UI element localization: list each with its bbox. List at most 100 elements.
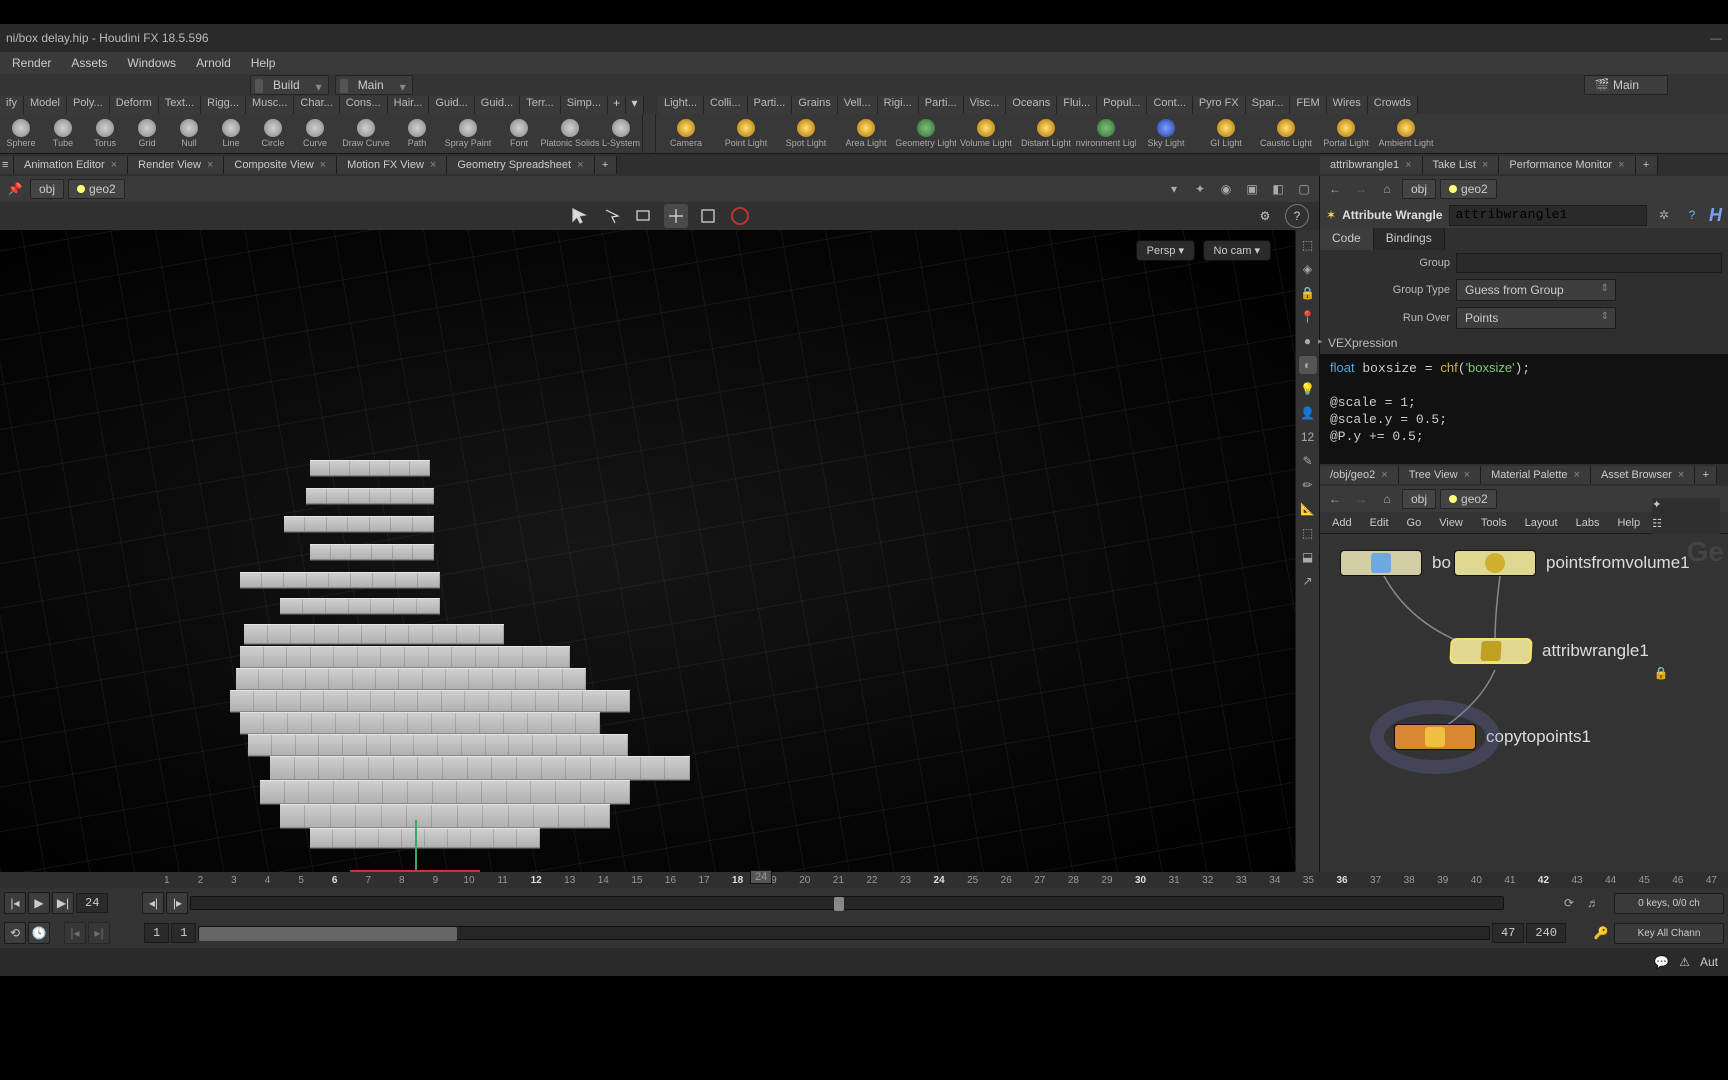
shelf-tab[interactable]: Pyro FX bbox=[1193, 96, 1246, 114]
shelf-tab[interactable]: Char... bbox=[294, 96, 339, 114]
range-out-field[interactable]: 47 bbox=[1492, 923, 1524, 943]
tool-point-light[interactable]: Point Light bbox=[716, 114, 776, 154]
tab-asset-browser[interactable]: Asset Browser× bbox=[1591, 466, 1695, 484]
display-option-icon[interactable]: ◐ bbox=[1299, 356, 1317, 374]
tab-tree-view[interactable]: Tree View× bbox=[1399, 466, 1481, 484]
tool-line[interactable]: Line bbox=[210, 114, 252, 154]
close-icon[interactable]: × bbox=[1381, 469, 1387, 481]
range-next-icon[interactable]: ▸| bbox=[88, 922, 110, 944]
shelf-tab[interactable]: Deform bbox=[110, 96, 159, 114]
close-icon[interactable]: × bbox=[1618, 159, 1624, 171]
desktop-main[interactable]: Main▾ bbox=[335, 75, 413, 95]
tool-volume-light[interactable]: Volume Light bbox=[956, 114, 1016, 154]
menu-arnold[interactable]: Arnold bbox=[186, 54, 241, 72]
shelf-tab[interactable]: Hair... bbox=[388, 96, 430, 114]
tool-area-light[interactable]: Area Light bbox=[836, 114, 896, 154]
netmenu-add[interactable]: Add bbox=[1328, 515, 1356, 531]
range-start-field[interactable]: 1 bbox=[144, 923, 169, 943]
shelf-tab[interactable]: Grains bbox=[792, 96, 837, 114]
tool-caustic-light[interactable]: Caustic Light bbox=[1256, 114, 1316, 154]
lasso-tool-icon[interactable] bbox=[600, 204, 624, 228]
next-key-icon[interactable]: |▸ bbox=[166, 892, 188, 914]
display-option-icon[interactable]: ◈ bbox=[1299, 260, 1317, 278]
display-option-icon[interactable]: ⬓ bbox=[1299, 548, 1317, 566]
shelf-tab[interactable]: Simp... bbox=[561, 96, 608, 114]
loop-icon[interactable]: ⟲ bbox=[4, 922, 26, 944]
play-icon[interactable]: ▶ bbox=[28, 892, 50, 914]
shelf-tab[interactable]: Poly... bbox=[67, 96, 110, 114]
display-option-icon[interactable]: 📍 bbox=[1299, 308, 1317, 326]
tool-sphere[interactable]: Sphere bbox=[0, 114, 42, 154]
realtime-icon[interactable]: ⟳ bbox=[1558, 892, 1580, 914]
node-attribwrangle[interactable]: attribwrangle1 🔒 bbox=[1450, 638, 1649, 664]
auto-update-toggle[interactable]: Aut bbox=[1700, 955, 1718, 969]
tool-font[interactable]: Font bbox=[498, 114, 540, 154]
shelf-tab[interactable]: Rigg... bbox=[201, 96, 246, 114]
shelf-dropdown-icon[interactable]: ▾ bbox=[626, 96, 644, 114]
netmenu-layout[interactable]: Layout bbox=[1521, 515, 1562, 531]
shelf-tab[interactable]: Musc... bbox=[246, 96, 294, 114]
runover-dropdown[interactable]: Points bbox=[1456, 307, 1616, 329]
render-icon[interactable]: ▣ bbox=[1241, 178, 1263, 200]
tool-null[interactable]: Null bbox=[168, 114, 210, 154]
inspect-tool-icon[interactable] bbox=[696, 204, 720, 228]
tab-bindings[interactable]: Bindings bbox=[1374, 228, 1445, 250]
tool-curve[interactable]: Curve bbox=[294, 114, 336, 154]
tree-icon[interactable]: ☷ bbox=[1652, 517, 1720, 530]
shelf-tab[interactable]: Oceans bbox=[1006, 96, 1057, 114]
tool-spray-paint[interactable]: Spray Paint bbox=[438, 114, 498, 154]
tool-environment-light[interactable]: Environment Light bbox=[1076, 114, 1136, 154]
close-icon[interactable]: × bbox=[1482, 159, 1488, 171]
prev-key-icon[interactable]: ◂| bbox=[142, 892, 164, 914]
key-all-button[interactable]: Key All Chann bbox=[1614, 923, 1724, 944]
home-icon[interactable]: ⌂ bbox=[1376, 178, 1398, 200]
tab--obj-geo2[interactable]: /obj/geo2× bbox=[1320, 466, 1399, 484]
node-pointsfromvolume[interactable]: pointsfromvolume1 bbox=[1454, 550, 1690, 576]
shelf-tab[interactable]: ify bbox=[0, 96, 24, 114]
add-tab-icon[interactable]: + bbox=[1636, 156, 1658, 174]
netmenu-edit[interactable]: Edit bbox=[1366, 515, 1393, 531]
timeline-scrubber[interactable] bbox=[190, 896, 1504, 910]
desktop-build[interactable]: Build▾ bbox=[250, 75, 329, 95]
shelf-tab[interactable]: FEM bbox=[1290, 96, 1326, 114]
current-frame-field[interactable]: 24 bbox=[76, 893, 108, 913]
tab-attribwrangle1[interactable]: attribwrangle1× bbox=[1320, 156, 1423, 174]
display-option-icon[interactable]: 💡 bbox=[1299, 380, 1317, 398]
netmenu-tools[interactable]: Tools bbox=[1477, 515, 1511, 531]
clock-icon[interactable]: 🕓 bbox=[28, 922, 50, 944]
step-fwd-icon[interactable]: ▶| bbox=[52, 892, 74, 914]
group-field[interactable] bbox=[1456, 253, 1722, 273]
tab-composite-view[interactable]: Composite View× bbox=[224, 156, 337, 174]
add-tab-icon[interactable]: + bbox=[1695, 466, 1717, 484]
close-icon[interactable]: × bbox=[1678, 469, 1684, 481]
display-option-icon[interactable]: ✏ bbox=[1299, 476, 1317, 494]
region-tool-icon[interactable] bbox=[632, 204, 656, 228]
shelf-add-icon[interactable]: + bbox=[608, 96, 626, 114]
tool-draw-curve[interactable]: Draw Curve bbox=[336, 114, 396, 154]
menu-windows[interactable]: Windows bbox=[117, 54, 186, 72]
path-obj[interactable]: obj bbox=[1402, 489, 1436, 509]
warn-icon[interactable]: ⚠ bbox=[1679, 955, 1690, 969]
path-obj[interactable]: obj bbox=[1402, 179, 1436, 199]
close-icon[interactable]: × bbox=[1464, 469, 1470, 481]
camera-nocam-dropdown[interactable]: No cam ▾ bbox=[1203, 240, 1271, 261]
tool-spot-light[interactable]: Spot Light bbox=[776, 114, 836, 154]
pin-icon[interactable]: 📌 bbox=[4, 178, 26, 200]
shelf-tab[interactable]: Light... bbox=[658, 96, 704, 114]
display-option-icon[interactable]: 🔒 bbox=[1299, 284, 1317, 302]
tab-geometry-spreadsheet[interactable]: Geometry Spreadsheet× bbox=[447, 156, 594, 174]
gear-icon[interactable]: ✲ bbox=[1653, 204, 1675, 226]
path-geo2[interactable]: geo2 bbox=[1440, 489, 1497, 509]
shelf-tab[interactable]: Colli... bbox=[704, 96, 748, 114]
shelf-tab[interactable]: Text... bbox=[159, 96, 201, 114]
shelf-tab[interactable]: Rigi... bbox=[878, 96, 919, 114]
back-icon[interactable]: ← bbox=[1324, 178, 1346, 200]
netmenu-help[interactable]: Help bbox=[1613, 515, 1644, 531]
close-icon[interactable]: × bbox=[430, 159, 436, 171]
tool-torus[interactable]: Torus bbox=[84, 114, 126, 154]
help-icon[interactable]: ? bbox=[1285, 204, 1309, 228]
tool-portal-light[interactable]: Portal Light bbox=[1316, 114, 1376, 154]
view-icon[interactable]: ◧ bbox=[1267, 178, 1289, 200]
netmenu-view[interactable]: View bbox=[1435, 515, 1467, 531]
display-opts-icon[interactable]: ◉ bbox=[1215, 178, 1237, 200]
